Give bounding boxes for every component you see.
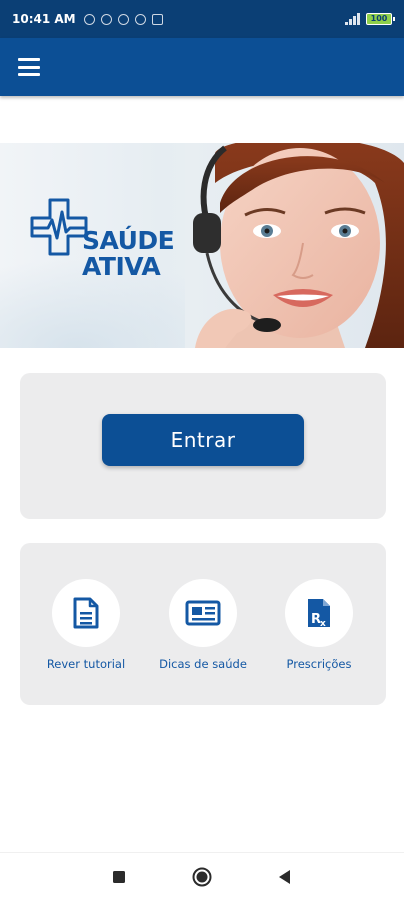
- hero-banner: SAÚDE ATIVA: [0, 143, 404, 348]
- prescriptions-circle[interactable]: R x: [285, 579, 353, 647]
- login-button[interactable]: Entrar: [102, 414, 304, 466]
- brand-line-1: SAÚDE: [82, 226, 175, 255]
- battery-icon: 100: [366, 13, 395, 25]
- prescriptions-label: Prescrições: [286, 657, 352, 671]
- call-center-agent-image: [185, 143, 404, 348]
- back-button[interactable]: [261, 853, 309, 900]
- recents-square-icon: [113, 871, 125, 883]
- notification-icon: [83, 13, 95, 25]
- review-tutorial-button[interactable]: Rever tutorial: [31, 579, 141, 671]
- brand-logo-text: SAÚDE ATIVA: [82, 226, 175, 281]
- status-right: 100: [345, 13, 395, 25]
- home-button[interactable]: [178, 853, 226, 900]
- cast-icon: [151, 13, 163, 25]
- brand-line-2: ATIVA: [82, 252, 161, 281]
- alarm-icon: [100, 13, 112, 25]
- status-time: 10:41 AM: [12, 12, 76, 26]
- login-card: Entrar: [20, 373, 386, 519]
- health-tips-button[interactable]: Dicas de saúde: [148, 579, 258, 671]
- recents-button[interactable]: [95, 853, 143, 900]
- health-cross-logo-icon: [30, 198, 88, 256]
- back-triangle-icon: [279, 870, 290, 884]
- app-bar: [0, 38, 404, 96]
- signal-icon: [345, 13, 360, 25]
- shortcuts-card: Rever tutorial Dicas de saúde R x Prescr…: [20, 543, 386, 705]
- hamburger-menu-icon[interactable]: [18, 58, 40, 76]
- home-circle-icon: [192, 867, 212, 887]
- review-tutorial-label: Rever tutorial: [46, 657, 126, 671]
- prescriptions-button[interactable]: R x Prescrições: [264, 579, 374, 671]
- whatsapp-icon: [117, 13, 129, 25]
- prescription-icon: R x: [308, 599, 330, 629]
- document-icon: [73, 597, 99, 629]
- newspaper-icon: [185, 600, 221, 626]
- review-tutorial-circle[interactable]: [52, 579, 120, 647]
- health-tips-circle[interactable]: [169, 579, 237, 647]
- svg-text:x: x: [320, 619, 326, 629]
- system-navigation-bar: [0, 852, 404, 900]
- status-bar: 10:41 AM 100: [0, 0, 404, 38]
- instagram-icon: [134, 13, 146, 25]
- health-tips-label: Dicas de saúde: [159, 657, 247, 671]
- status-notification-icons: [83, 13, 163, 25]
